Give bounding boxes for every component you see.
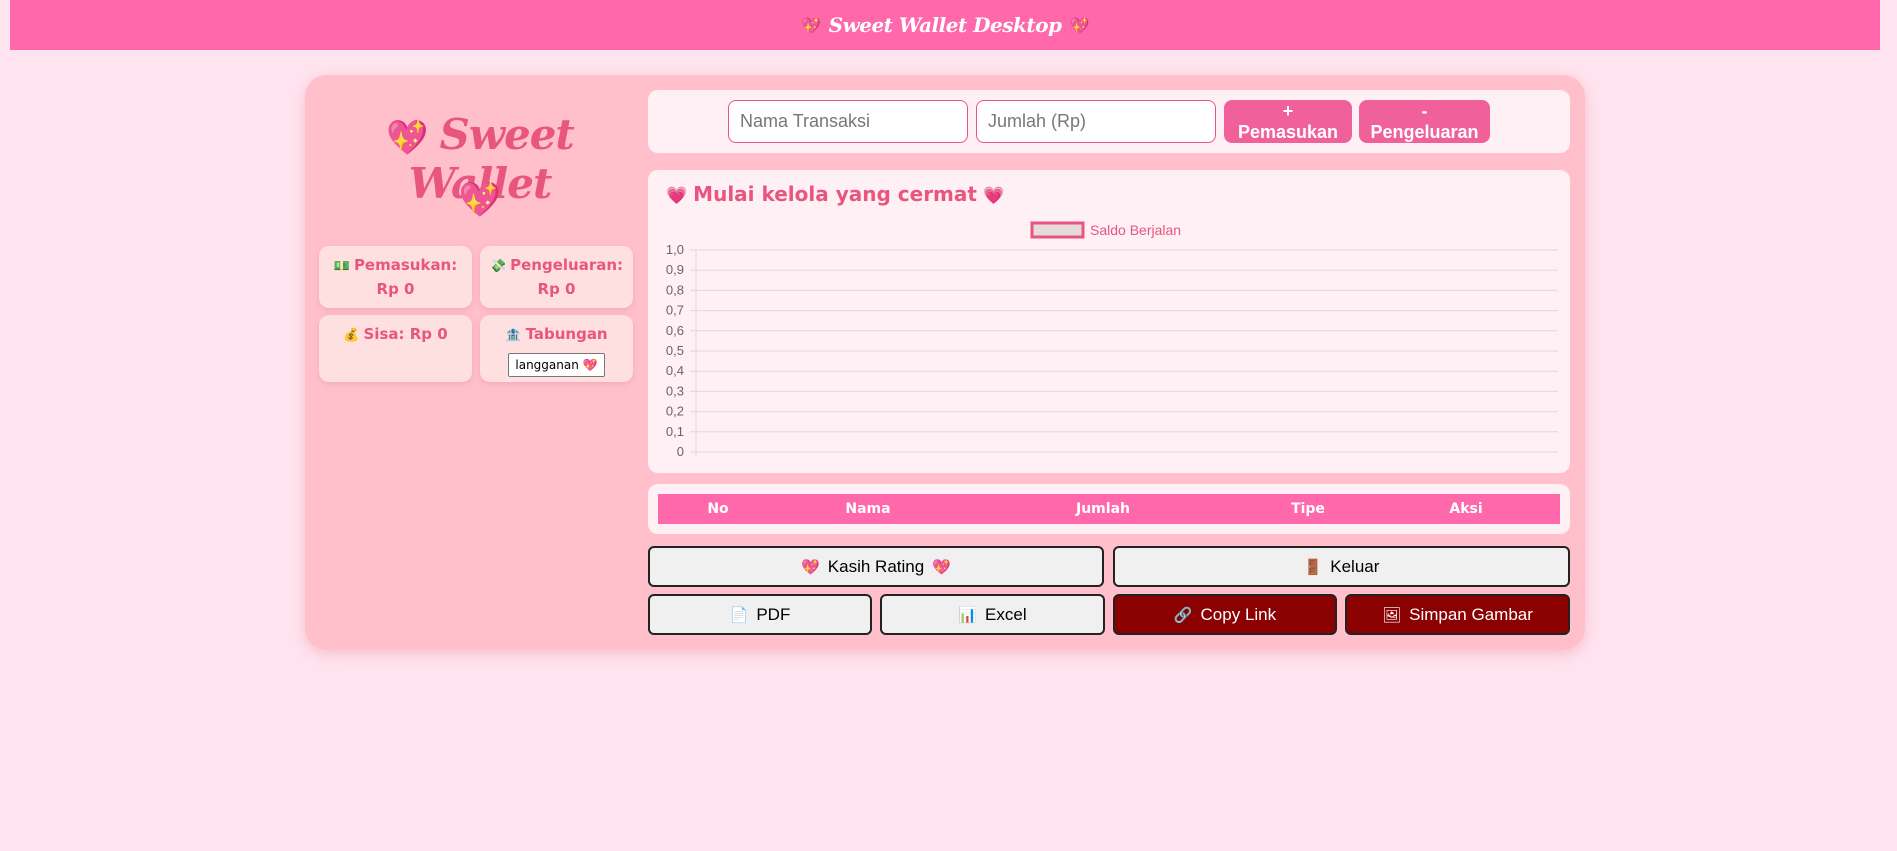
col-tipe: Tipe (1291, 501, 1325, 517)
bank-icon: 🏦 (505, 328, 522, 343)
savings-label: Tabungan (525, 325, 608, 343)
heart-icon: 💖 (932, 558, 951, 576)
y-tick-label: 0,1 (666, 424, 684, 439)
rating-button[interactable]: 💖 Kasih Rating 💖 (648, 546, 1104, 587)
chart-card: 💗 Mulai kelola yang cermat 💗 Saldo Berjala… (648, 170, 1570, 473)
money-icon: 💵 (333, 259, 350, 274)
y-tick-label: 0,2 (666, 404, 684, 419)
balance-chart: Saldo Berjalan 0 0,1 0,2 0,3 0,4 0,5 0,6 0,7 0,8… (666, 221, 1558, 459)
heart-icon: 💖 (1069, 15, 1089, 35)
y-tick-label: 0 (677, 444, 684, 459)
money-fly-icon: 💸 (489, 259, 507, 274)
expense-card: 💸 Pengeluaran: Rp 0 (480, 246, 633, 308)
y-tick-label: 0,4 (666, 363, 684, 378)
top-bar: 💖 Sweet Wallet Desktop 💖 (10, 0, 1880, 50)
balance-label: Sisa: Rp 0 (363, 325, 448, 343)
y-tick-label: 1,0 (666, 242, 684, 257)
save-image-button[interactable]: 🖼 Simpan Gambar (1345, 594, 1570, 635)
legend-label: Saldo Berjalan (1090, 222, 1181, 238)
add-income-button[interactable]: + Pemasukan (1224, 100, 1352, 143)
col-jumlah: Jumlah (1076, 501, 1130, 517)
income-label: Pemasukan: (353, 256, 458, 274)
savings-card: 🏦 Tabungan langganan 💖 (480, 315, 633, 382)
export-excel-button[interactable]: 📊 Excel (880, 594, 1105, 635)
sparkling-heart-icon: 💖 (386, 118, 428, 158)
y-tick-label: 0,3 (666, 383, 684, 398)
document-icon: 📄 (729, 606, 749, 624)
heart-icon: 💖 (582, 358, 598, 372)
main-panel: 💖 Sweet Wallet 💖 💵 Pemasukan: Rp 0 💸 Pengel… (305, 75, 1585, 650)
subscribe-button[interactable]: langganan 💖 (508, 353, 605, 377)
y-tick-label: 0,8 (666, 282, 684, 297)
bar-chart-icon: 📊 (958, 606, 978, 624)
income-value: Rp 0 (376, 280, 415, 298)
expense-label: Pengeluaran: (510, 256, 624, 274)
expense-value: Rp 0 (537, 280, 576, 298)
transaction-form: + Pemasukan - Pengeluaran (648, 90, 1570, 153)
balance-card: 💰 Sisa: Rp 0 (319, 315, 472, 382)
y-tick-label: 0,6 (666, 323, 684, 338)
money-bag-icon: 💰 (343, 328, 360, 343)
y-tick-label: 0,7 (666, 303, 684, 318)
y-tick-label: 0,5 (666, 343, 684, 358)
col-nama: Nama (845, 501, 891, 517)
col-aksi: Aksi (1449, 501, 1483, 517)
income-card: 💵 Pemasukan: Rp 0 (319, 246, 472, 308)
door-icon: 🚪 (1303, 558, 1323, 576)
transaction-table: No Nama Jumlah Tipe Aksi (648, 484, 1570, 534)
heart-icon: 💖 (801, 558, 820, 576)
heart-icon: 💖 (801, 15, 821, 35)
link-icon: 🔗 (1173, 606, 1193, 624)
add-expense-button[interactable]: - Pengeluaran (1359, 100, 1490, 143)
image-icon: 🖼 (1382, 606, 1402, 624)
sparkling-heart-icon: 💖 (458, 180, 502, 220)
legend-swatch (1030, 221, 1085, 239)
amount-input[interactable] (976, 100, 1216, 143)
col-no: No (707, 501, 729, 517)
copy-link-button[interactable]: 🔗 Copy Link (1113, 594, 1337, 635)
export-pdf-button[interactable]: 📄 PDF (648, 594, 872, 635)
transaction-name-input[interactable] (728, 100, 968, 143)
logout-button[interactable]: 🚪 Keluar (1113, 546, 1570, 587)
app-title: Sweet Wallet Desktop (828, 13, 1062, 37)
table-header: No Nama Jumlah Tipe Aksi (658, 494, 1560, 524)
y-tick-label: 0,9 (666, 262, 684, 277)
